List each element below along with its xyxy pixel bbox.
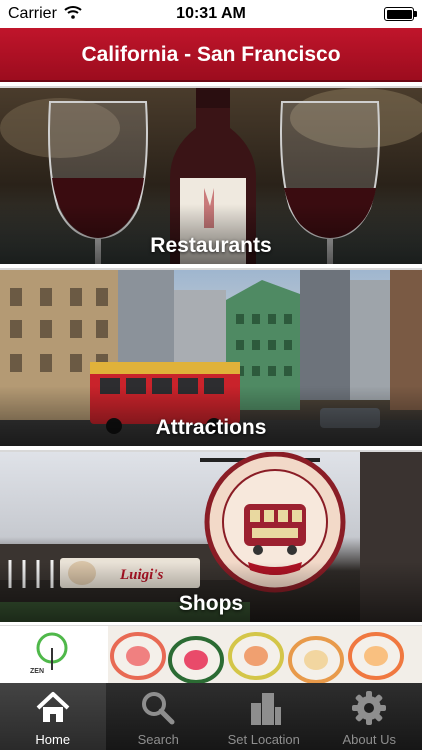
gear-icon xyxy=(352,691,387,725)
sushi-image xyxy=(108,626,422,683)
tab-bar: Home Search Set Location About Us xyxy=(0,683,422,750)
tab-set-location[interactable]: Set Location xyxy=(211,683,317,750)
tab-search[interactable]: Search xyxy=(106,683,212,750)
category-label-attractions: Attractions xyxy=(155,416,267,439)
tab-label-set-location: Set Location xyxy=(227,732,300,747)
page-title: California - San Francisco xyxy=(0,28,422,82)
tab-about-us[interactable]: About Us xyxy=(317,683,422,750)
tab-home[interactable]: Home xyxy=(0,683,106,750)
category-label-restaurants: Restaurants xyxy=(150,234,272,257)
search-icon xyxy=(142,692,175,725)
status-bar: Carrier 10:31 AM xyxy=(0,0,422,28)
category-label-shops: Shops xyxy=(178,592,244,615)
tab-label-home: Home xyxy=(35,732,71,747)
ad-banner[interactable]: ZEN xyxy=(0,625,422,683)
category-shops[interactable]: Luigi's Shops xyxy=(0,450,422,622)
tab-label-about-us: About Us xyxy=(342,732,396,747)
tab-label-search: Search xyxy=(137,732,179,747)
banner-logo-text: ZEN xyxy=(30,668,44,675)
status-time: 10:31 AM xyxy=(176,5,246,22)
battery-icon xyxy=(384,7,417,21)
category-restaurants[interactable]: Restaurants xyxy=(0,86,422,264)
category-attractions[interactable]: Attractions xyxy=(0,268,422,446)
home-icon xyxy=(36,692,70,722)
buildings-icon xyxy=(250,693,281,725)
